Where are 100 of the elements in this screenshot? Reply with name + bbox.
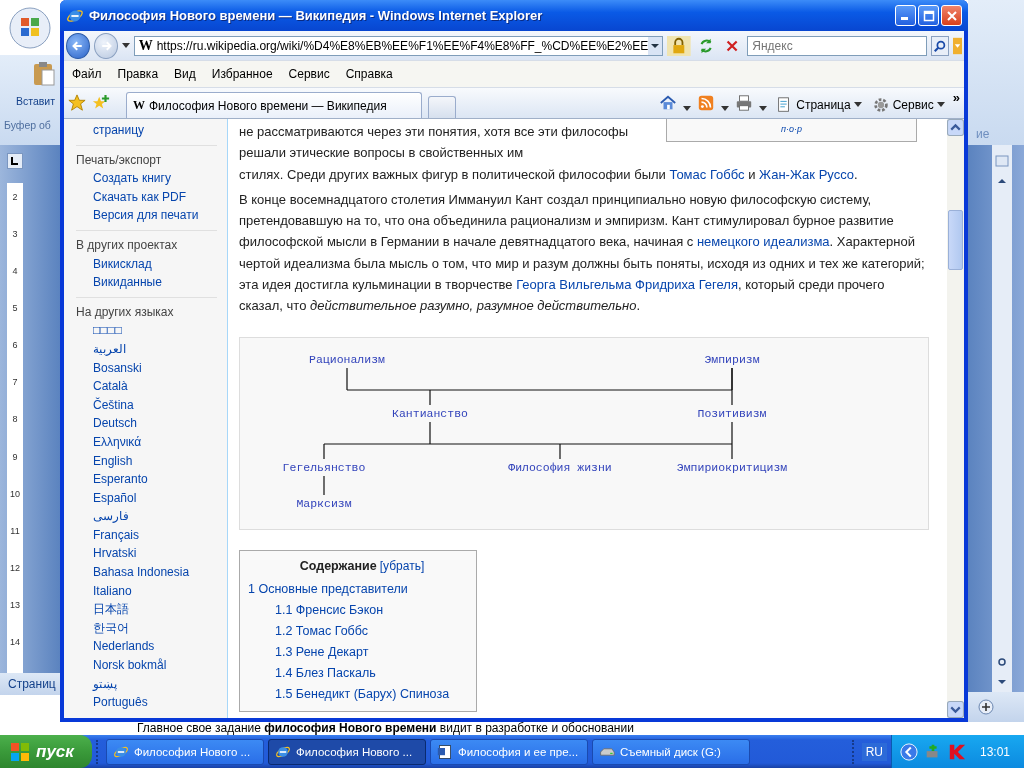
dropdown-icon[interactable] <box>648 36 663 55</box>
sidebar-link[interactable]: Викиданные <box>76 273 162 292</box>
sidebar-link[interactable]: Português <box>76 693 148 712</box>
caret-icon[interactable] <box>721 106 730 112</box>
search-field[interactable]: Яндекс <box>747 35 927 56</box>
contents-link[interactable]: 1.3 Рене Декарт <box>248 641 369 663</box>
search-button[interactable] <box>930 35 949 56</box>
ribbon-group-label: ие <box>976 127 990 141</box>
home-icon[interactable] <box>659 94 678 112</box>
address-field[interactable]: W https://ru.wikipedia.org/wiki/%D4%E8%EB%EE%F1%EE%F4%E8%FF_%CD%EE%E2%EE <box>133 35 664 56</box>
caret-icon[interactable] <box>683 106 692 112</box>
diagram-node[interactable]: Эмпиризм <box>704 352 760 366</box>
menu-item[interactable]: Справка <box>345 67 393 81</box>
taskbar-button[interactable]: Философия Нового ... <box>105 738 264 765</box>
contents-link[interactable]: 1.2 Томас Гоббс <box>248 620 369 642</box>
scroll-thumb[interactable] <box>948 210 963 270</box>
sidebar-link[interactable]: Español <box>76 488 137 508</box>
page-menu-button[interactable]: Страница <box>773 96 864 114</box>
taskbar-button[interactable]: Съемный диск (G:) <box>591 738 750 765</box>
diagram-node[interactable]: Рационализм <box>309 352 385 366</box>
contents-link[interactable]: 1.4 Блез Паскаль <box>248 662 376 684</box>
menu-item[interactable]: Правка <box>117 67 159 81</box>
browse-object-icon[interactable] <box>995 655 1009 669</box>
page-status[interactable]: Страниц <box>8 677 56 691</box>
sidebar-link[interactable]: Создать книгу <box>76 169 171 188</box>
caret-icon[interactable] <box>121 42 130 49</box>
article-paragraph: В конце восемнадцатого столетия Иммануил Кант создал принципиально новую философскую систему, претендовавшую на то, что она объединила рационализм и эмпиризм. Кант стимулировал бурное развитие философской мысли в Германии в начале девятнадцатого века, начиная с немецкого идеализма. Характерной чертой идеализма была мысль о том, что мир и разум должны быть поняты, исходя из одних и тех же категорий; эта идея достигла кульминации в творчестве Георга Вильгельма Фридриха Гегеля, который среди прочего сказал, что действительное разумно, разумное действительно. <box>239 190 926 316</box>
diagram-node[interactable]: Марксизм <box>296 496 352 510</box>
sidebar-link[interactable]: 한국어 <box>76 618 129 638</box>
more-tools-button[interactable]: » <box>952 90 960 105</box>
sidebar-link[interactable]: Norsk bokmål <box>76 656 167 675</box>
language-indicator[interactable]: RU <box>861 742 887 761</box>
zoom-in-icon[interactable] <box>978 699 994 715</box>
taskbar-button[interactable]: Философия и ее пре... <box>429 738 588 765</box>
sidebar-link[interactable]: страницу <box>76 121 145 140</box>
back-button[interactable] <box>66 32 90 59</box>
sidebar-link[interactable]: فارسی <box>76 507 129 526</box>
article-link[interactable]: Георга Вильгельма Фридриха Гегеля <box>516 277 738 293</box>
rss-icon[interactable] <box>697 94 716 112</box>
sidebar-link[interactable]: العربية <box>76 339 126 359</box>
sidebar-link[interactable]: Версия для печати <box>76 206 199 225</box>
printer-icon[interactable] <box>735 94 754 112</box>
navbox-links[interactable]: п·о·р <box>781 124 802 134</box>
menu-item[interactable]: Сервис <box>288 67 330 81</box>
sidebar-link[interactable]: English <box>76 451 133 471</box>
hide-link[interactable]: [убрать] <box>379 558 425 573</box>
sidebar-link[interactable]: Français <box>76 525 139 545</box>
browser-tab[interactable]: W Философия Нового времени — Википедия <box>126 92 422 118</box>
taskbar-button[interactable]: Философия Нового ... <box>267 738 426 765</box>
contents-link[interactable]: 1 Основные представители <box>248 578 408 600</box>
gear-icon <box>871 96 890 114</box>
maximize-button[interactable] <box>918 5 939 26</box>
caret-icon[interactable] <box>759 106 768 112</box>
diagram-node[interactable]: Позитивизм <box>697 406 767 420</box>
sidebar-link[interactable]: Ελληνικά <box>76 432 142 452</box>
ruler-number: 11 <box>10 524 20 538</box>
diagram-node[interactable]: Философия жизни <box>508 460 612 474</box>
sidebar-link[interactable]: Čeština <box>76 395 134 415</box>
menu-item[interactable]: Файл <box>72 67 102 81</box>
scroll-down-icon[interactable] <box>947 701 964 718</box>
diagram-node[interactable]: Кантианство <box>392 406 468 420</box>
sidebar-link[interactable]: Esperanto <box>76 470 148 489</box>
sidebar-link[interactable]: □□□□ <box>76 321 122 340</box>
diagram-node[interactable]: Гегельянство <box>282 460 366 474</box>
sidebar-link[interactable]: پښتو <box>76 674 117 694</box>
minimize-button[interactable] <box>895 5 916 26</box>
menu-item[interactable]: Избранное <box>211 67 273 81</box>
ruler-number: 3 <box>12 228 18 242</box>
sidebar-link[interactable]: Bosanski <box>76 358 142 378</box>
scroll-up-icon[interactable] <box>947 119 964 136</box>
menu-item[interactable]: Вид <box>174 67 196 81</box>
article-link[interactable]: Томас Гоббс <box>669 166 745 182</box>
close-button[interactable] <box>941 5 962 26</box>
sidebar-link[interactable]: Скачать как PDF <box>76 187 187 207</box>
sidebar-link[interactable]: Hrvatski <box>76 544 137 564</box>
page-scrollbar[interactable] <box>947 119 964 718</box>
sidebar-link[interactable]: Bahasa Indonesia <box>76 563 190 582</box>
sidebar-link[interactable]: 日本語 <box>76 600 129 619</box>
sidebar-link[interactable]: Català <box>76 377 128 396</box>
tab-selector-icon[interactable] <box>7 153 23 169</box>
contents-link[interactable]: 1.1 Френсис Бэкон <box>248 599 384 621</box>
tools-menu-button[interactable]: Сервис <box>869 96 947 114</box>
clock: 13:01 <box>979 744 1010 759</box>
ruler-number: 10 <box>10 487 20 501</box>
favorites-star-icon[interactable] <box>68 94 86 112</box>
diagram-node[interactable]: Эмпириокритицизм <box>676 460 788 474</box>
contents-link[interactable]: 1.5 Бенедикт (Барух) Спиноза <box>248 683 450 705</box>
office-button[interactable] <box>8 5 52 50</box>
article-link[interactable]: немецкого идеализма <box>696 234 830 250</box>
sidebar-link[interactable]: Nederlands <box>76 637 155 657</box>
word-scrollbar[interactable] <box>992 145 1012 692</box>
start-button[interactable]: пуск <box>0 735 92 768</box>
contents-title: Содержание <box>299 558 377 573</box>
sidebar-link[interactable]: Викисклад <box>76 254 152 274</box>
lock-icon[interactable] <box>667 34 691 57</box>
url-text: https://ru.wikipedia.org/wiki/%D4%E8%EB%EE%F1%EE%F4%E8%FF_%CD%EE%E2%EE <box>156 38 649 53</box>
paste-label[interactable]: Вставит <box>16 95 56 107</box>
sidebar-link[interactable]: Deutsch <box>76 414 138 433</box>
sidebar-link[interactable]: Italiano <box>76 581 132 601</box>
show-hidden-icon[interactable] <box>899 742 918 761</box>
